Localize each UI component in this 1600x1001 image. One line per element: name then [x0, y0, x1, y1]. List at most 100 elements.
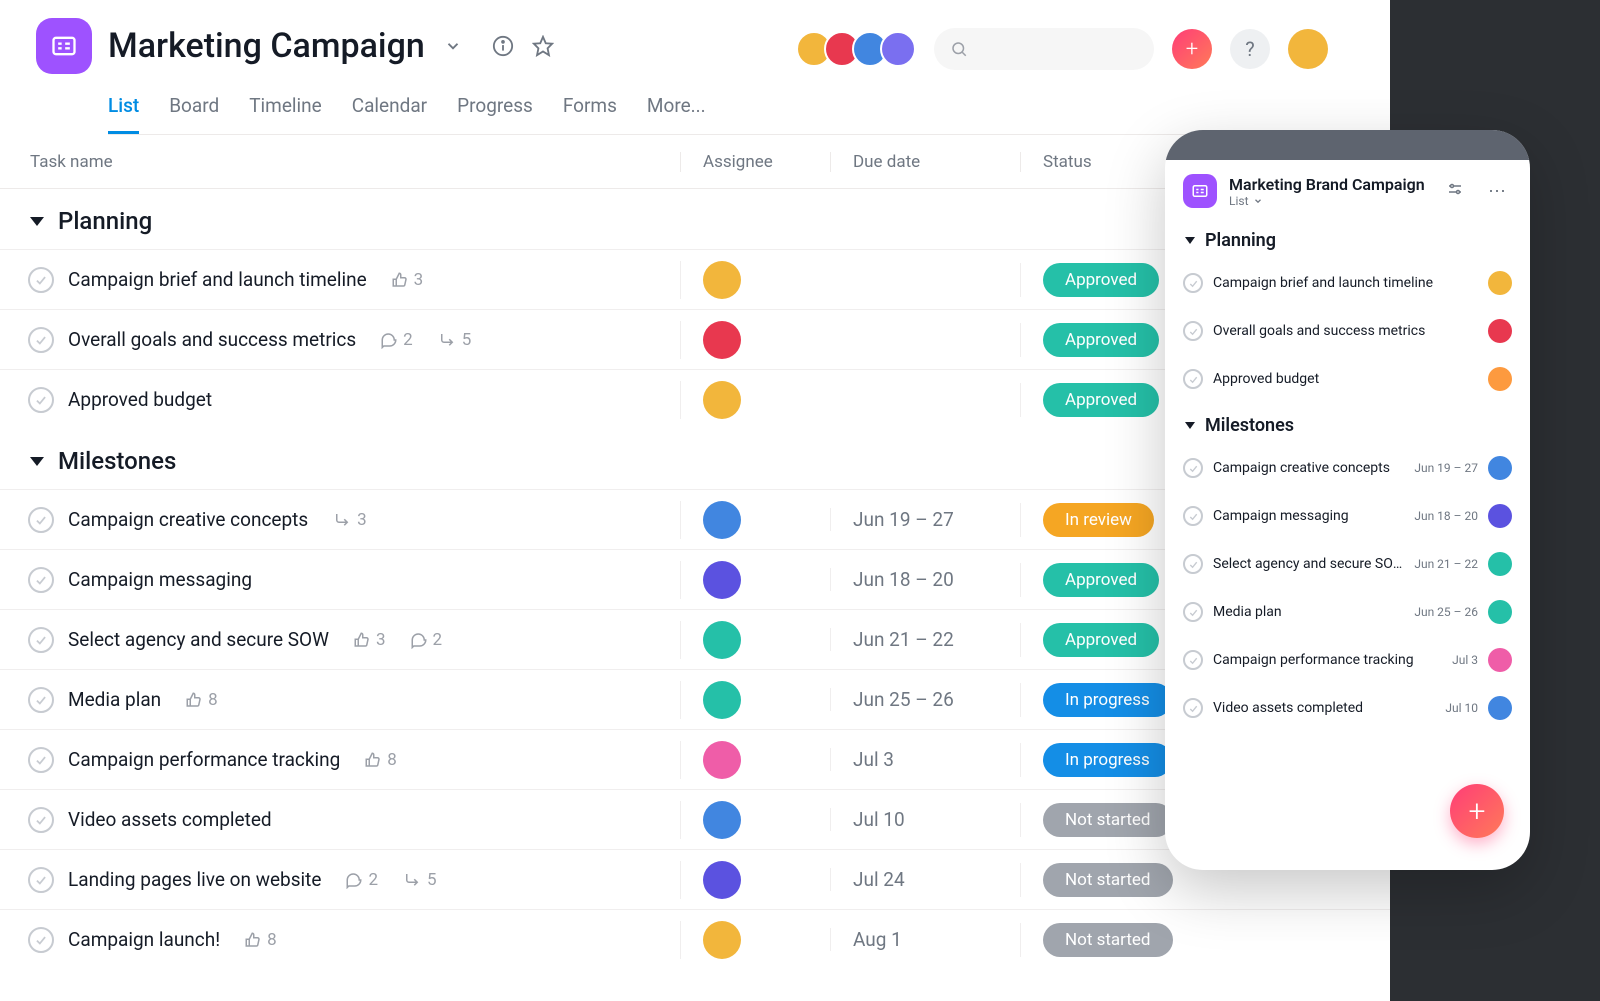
tab-more[interactable]: More... — [647, 86, 706, 134]
tab-timeline[interactable]: Timeline — [249, 86, 322, 134]
status-badge[interactable]: Approved — [1043, 623, 1159, 657]
mobile-task-row[interactable]: Campaign messagingJun 18 – 20 — [1165, 492, 1530, 540]
mobile-complete-checkbox[interactable] — [1183, 650, 1203, 670]
complete-checkbox[interactable] — [28, 807, 54, 833]
status-badge[interactable]: Approved — [1043, 563, 1159, 597]
info-icon[interactable] — [491, 34, 515, 58]
star-icon[interactable] — [531, 34, 555, 58]
due-date[interactable]: Jun 18 – 20 — [853, 568, 954, 591]
add-button[interactable]: + — [1172, 29, 1212, 69]
status-badge[interactable]: Approved — [1043, 383, 1159, 417]
mobile-task-row[interactable]: Campaign performance trackingJul 3 — [1165, 636, 1530, 684]
complete-checkbox[interactable] — [28, 507, 54, 533]
due-date[interactable]: Aug 1 — [853, 928, 902, 951]
assignee-avatar[interactable] — [703, 861, 741, 899]
subtask-count[interactable]: 3 — [332, 510, 367, 530]
complete-checkbox[interactable] — [28, 687, 54, 713]
mobile-section-header[interactable]: Milestones — [1165, 403, 1530, 444]
tab-board[interactable]: Board — [169, 86, 219, 134]
help-button[interactable]: ? — [1230, 29, 1270, 69]
mobile-assignee-avatar[interactable] — [1488, 456, 1512, 480]
assignee-avatar[interactable] — [703, 501, 741, 539]
status-badge[interactable]: In review — [1043, 503, 1154, 537]
tab-calendar[interactable]: Calendar — [352, 86, 427, 134]
mobile-task-row[interactable]: Approved budget — [1165, 355, 1530, 403]
like-count[interactable]: 3 — [353, 630, 386, 650]
status-badge[interactable]: Not started — [1043, 863, 1173, 897]
assignee-avatar[interactable] — [703, 681, 741, 719]
status-badge[interactable]: Approved — [1043, 323, 1159, 357]
search-input[interactable] — [934, 28, 1154, 70]
mobile-filter-icon[interactable] — [1440, 180, 1470, 203]
mobile-complete-checkbox[interactable] — [1183, 458, 1203, 478]
tab-list[interactable]: List — [108, 86, 139, 134]
mobile-complete-checkbox[interactable] — [1183, 369, 1203, 389]
mobile-assignee-avatar[interactable] — [1488, 696, 1512, 720]
mobile-complete-checkbox[interactable] — [1183, 554, 1203, 574]
due-date[interactable]: Jun 21 – 22 — [853, 628, 954, 651]
complete-checkbox[interactable] — [28, 327, 54, 353]
user-avatar[interactable] — [1288, 29, 1328, 69]
mobile-view-selector[interactable]: List — [1229, 194, 1249, 208]
due-date[interactable]: Jul 10 — [853, 808, 905, 831]
col-task[interactable]: Task name — [0, 152, 680, 172]
complete-checkbox[interactable] — [28, 267, 54, 293]
due-date[interactable]: Jun 19 – 27 — [853, 508, 954, 531]
mobile-add-button[interactable]: + — [1450, 784, 1504, 838]
col-assignee[interactable]: Assignee — [680, 152, 830, 172]
mobile-section-header[interactable]: Planning — [1165, 218, 1530, 259]
due-date[interactable]: Jun 25 – 26 — [853, 688, 954, 711]
project-members[interactable] — [804, 31, 916, 67]
status-badge[interactable]: In progress — [1043, 683, 1172, 717]
assignee-avatar[interactable] — [703, 801, 741, 839]
due-date[interactable]: Jul 3 — [853, 748, 894, 771]
mobile-complete-checkbox[interactable] — [1183, 321, 1203, 341]
mobile-task-row[interactable]: Overall goals and success metrics — [1165, 307, 1530, 355]
status-badge[interactable]: In progress — [1043, 743, 1172, 777]
like-count[interactable]: 3 — [391, 270, 424, 290]
subtask-count[interactable]: 5 — [402, 870, 437, 890]
mobile-task-row[interactable]: Video assets completedJul 10 — [1165, 684, 1530, 732]
assignee-avatar[interactable] — [703, 741, 741, 779]
mobile-assignee-avatar[interactable] — [1488, 319, 1512, 343]
assignee-avatar[interactable] — [703, 381, 741, 419]
status-badge[interactable]: Not started — [1043, 923, 1173, 957]
title-chevron-icon[interactable] — [441, 34, 465, 58]
comment-count[interactable]: 2 — [410, 630, 443, 650]
complete-checkbox[interactable] — [28, 927, 54, 953]
like-count[interactable]: 8 — [185, 690, 218, 710]
status-badge[interactable]: Not started — [1043, 803, 1173, 837]
tab-progress[interactable]: Progress — [457, 86, 533, 134]
complete-checkbox[interactable] — [28, 747, 54, 773]
mobile-task-row[interactable]: Campaign creative conceptsJun 19 – 27 — [1165, 444, 1530, 492]
complete-checkbox[interactable] — [28, 567, 54, 593]
comment-count[interactable]: 2 — [380, 330, 413, 350]
mobile-complete-checkbox[interactable] — [1183, 273, 1203, 293]
member-avatar[interactable] — [880, 31, 916, 67]
mobile-assignee-avatar[interactable] — [1488, 648, 1512, 672]
complete-checkbox[interactable] — [28, 867, 54, 893]
mobile-complete-checkbox[interactable] — [1183, 698, 1203, 718]
due-date[interactable]: Jul 24 — [853, 868, 905, 891]
like-count[interactable]: 8 — [244, 930, 277, 950]
mobile-assignee-avatar[interactable] — [1488, 552, 1512, 576]
mobile-task-row[interactable]: Campaign brief and launch timeline — [1165, 259, 1530, 307]
mobile-more-icon[interactable]: ⋯ — [1482, 181, 1512, 202]
mobile-assignee-avatar[interactable] — [1488, 367, 1512, 391]
assignee-avatar[interactable] — [703, 621, 741, 659]
mobile-task-row[interactable]: Media planJun 25 – 26 — [1165, 588, 1530, 636]
assignee-avatar[interactable] — [703, 321, 741, 359]
like-count[interactable]: 8 — [364, 750, 397, 770]
subtask-count[interactable]: 5 — [437, 330, 472, 350]
assignee-avatar[interactable] — [703, 921, 741, 959]
project-title[interactable]: Marketing Campaign — [108, 26, 425, 66]
comment-count[interactable]: 2 — [345, 870, 378, 890]
assignee-avatar[interactable] — [703, 261, 741, 299]
col-due[interactable]: Due date — [830, 152, 1020, 172]
task-row[interactable]: Campaign launch! 8Aug 1Not started — [0, 909, 1390, 969]
mobile-assignee-avatar[interactable] — [1488, 600, 1512, 624]
mobile-complete-checkbox[interactable] — [1183, 602, 1203, 622]
status-badge[interactable]: Approved — [1043, 263, 1159, 297]
assignee-avatar[interactable] — [703, 561, 741, 599]
complete-checkbox[interactable] — [28, 627, 54, 653]
